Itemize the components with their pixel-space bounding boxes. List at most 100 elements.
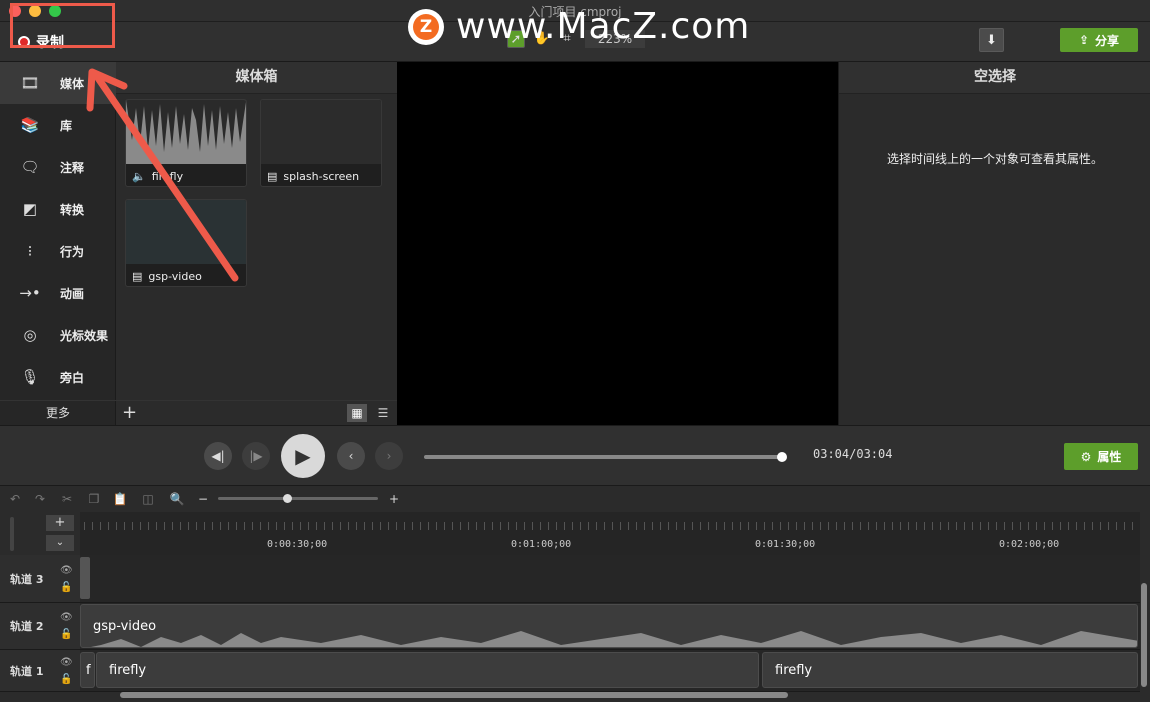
track-height-slider[interactable]: [10, 517, 14, 551]
ruler-tick: [148, 522, 149, 530]
play-icon[interactable]: ▶: [281, 434, 325, 478]
step-forward-icon[interactable]: |▶: [242, 442, 270, 470]
timeline-horizontal-scrollbar[interactable]: [120, 692, 788, 698]
sidebar-more-button[interactable]: 更多: [0, 400, 116, 425]
ruler-tick: [212, 522, 213, 530]
ruler-tick: [628, 522, 629, 530]
lock-icon[interactable]: 🔓: [60, 629, 73, 640]
previous-icon[interactable]: ‹: [337, 442, 365, 470]
split-icon[interactable]: ◫: [139, 490, 157, 508]
sidebar-item-cursor-effects[interactable]: ◎ 光标效果: [0, 314, 116, 356]
timeline-zoom-handle[interactable]: [283, 494, 292, 503]
track-header-2[interactable]: 轨道 2 👁 🔓: [0, 603, 80, 650]
sidebar-item-voice-narration[interactable]: 🎙 旁白: [0, 356, 116, 398]
zoom-in-icon[interactable]: +: [385, 490, 403, 508]
sidebar-item-transitions[interactable]: ◩ 转换: [0, 188, 116, 230]
properties-panel: 空选择 选择时间线上的一个对象可查看其属性。: [838, 62, 1150, 425]
timeline-clip-firefly[interactable]: firefly: [96, 652, 759, 688]
video-thumbnail: [261, 100, 381, 164]
clip-waveform: [91, 631, 1137, 647]
clip-label: f: [86, 663, 91, 678]
track-body-3[interactable]: [80, 555, 1140, 603]
ruler-tick: [748, 522, 749, 530]
ruler-tick: [940, 522, 941, 530]
properties-button[interactable]: ⚙ 属性: [1064, 443, 1138, 470]
ruler-tick: [372, 522, 373, 530]
track-body-2[interactable]: gsp-video: [80, 603, 1140, 650]
ruler-tick: [780, 522, 781, 530]
timeline-ruler[interactable]: 0:00:30;00 0:01:00;00 0:01:30;00 0:02:00…: [80, 512, 1140, 555]
step-back-icon[interactable]: ◀|: [204, 442, 232, 470]
annotation-icon: 🗨: [20, 158, 40, 176]
track-name: 轨道 3: [10, 572, 44, 586]
playback-scrubber[interactable]: [424, 452, 787, 462]
ruler-tick: [764, 522, 765, 530]
audio-icon: 🔈: [132, 169, 146, 183]
animation-icon: →•: [19, 284, 41, 302]
zoom-out-icon[interactable]: −: [194, 490, 212, 508]
track-clip-stub[interactable]: [80, 557, 90, 599]
lock-icon[interactable]: 🔓: [60, 674, 73, 685]
track-header-3[interactable]: 轨道 3 👁 🔓: [0, 555, 80, 603]
timeline-clip-gsp-video[interactable]: gsp-video: [80, 604, 1138, 648]
properties-button-label: 属性: [1097, 450, 1122, 464]
media-item-splash-screen[interactable]: ▤ splash-screen: [260, 99, 382, 187]
sidebar-item-annotations[interactable]: 🗨 注释: [0, 146, 116, 188]
timecode: 03:04/03:04: [813, 447, 893, 461]
paste-icon[interactable]: 📋: [111, 490, 129, 508]
timeline-vertical-scrollbar[interactable]: [1141, 583, 1147, 687]
track-body-1[interactable]: f firefly firefly: [80, 650, 1140, 692]
grid-view-icon[interactable]: ▦: [347, 404, 367, 422]
ruler-tick: [468, 522, 469, 530]
video-thumbnail: [126, 200, 246, 264]
ruler-tick: [996, 522, 997, 530]
ruler-tick: [556, 522, 557, 530]
watermark-logo: Z: [408, 9, 444, 45]
ruler-tick: [524, 522, 525, 530]
ruler-tick: [156, 522, 157, 530]
track-header-1[interactable]: 轨道 1 👁 🔓: [0, 650, 80, 692]
timeline-clip-firefly[interactable]: firefly: [762, 652, 1138, 688]
annotation-highlight-box: [10, 3, 115, 48]
sidebar-item-media[interactable]: 🎞 媒体: [0, 62, 116, 104]
ruler-tick: [820, 522, 821, 530]
cut-icon[interactable]: ✂: [58, 490, 76, 508]
share-label: 分享: [1095, 33, 1120, 48]
sidebar-item-label: 旁白: [60, 370, 85, 385]
list-view-icon[interactable]: ☰: [373, 404, 393, 422]
eye-icon[interactable]: 👁: [60, 612, 73, 623]
redo-icon[interactable]: ↷: [31, 490, 49, 508]
sidebar-item-behaviors[interactable]: ⁝ 行为: [0, 230, 116, 272]
sidebar: 🎞 媒体 📚 库 🗨 注释 ◩ 转换 ⁝ 行为 →• 动画 ◎ 光标效果 🎙 旁…: [0, 62, 116, 425]
ruler-tick: [420, 522, 421, 530]
track-name: 轨道 1: [10, 664, 44, 678]
ruler-tick: [172, 522, 173, 530]
download-icon[interactable]: ⬇: [979, 28, 1004, 52]
undo-icon[interactable]: ↶: [6, 490, 24, 508]
ruler-tick: [580, 522, 581, 530]
media-item-firefly[interactable]: 🔈 firefly: [125, 99, 247, 187]
copy-icon[interactable]: ❐: [85, 490, 103, 508]
ruler-tick: [276, 522, 277, 530]
timeline-clip-firefly-start[interactable]: f: [80, 652, 95, 688]
ruler-tick: [292, 522, 293, 530]
chevron-down-icon[interactable]: ⌄: [46, 535, 74, 551]
preview-canvas[interactable]: [397, 62, 838, 425]
add-track-icon[interactable]: +: [46, 515, 74, 531]
ruler-tick: [652, 522, 653, 530]
eye-icon[interactable]: 👁: [60, 657, 73, 668]
timeline-zoom-slider[interactable]: [218, 494, 378, 503]
next-icon[interactable]: ›: [375, 442, 403, 470]
add-media-icon[interactable]: +: [122, 402, 137, 423]
sidebar-item-library[interactable]: 📚 库: [0, 104, 116, 146]
share-button[interactable]: ⇪ 分享: [1060, 28, 1138, 52]
ruler-tick: [684, 522, 685, 530]
watermark-logo-letter: Z: [413, 14, 439, 40]
sidebar-item-animations[interactable]: →• 动画: [0, 272, 116, 314]
lock-icon[interactable]: 🔓: [60, 582, 73, 593]
behavior-icon: ⁝: [27, 242, 33, 260]
ruler-tick: [220, 522, 221, 530]
eye-icon[interactable]: 👁: [60, 565, 73, 576]
media-item-gsp-video[interactable]: ▤ gsp-video: [125, 199, 247, 287]
scrubber-handle[interactable]: [777, 452, 787, 462]
